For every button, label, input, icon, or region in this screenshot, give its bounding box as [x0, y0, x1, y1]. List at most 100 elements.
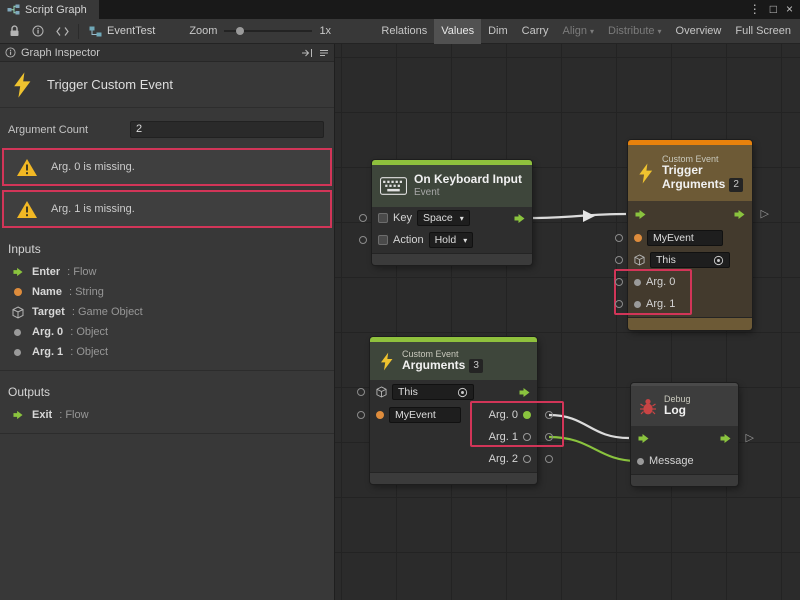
flow-arrow-icon	[12, 410, 24, 420]
key-label: Key	[393, 212, 412, 224]
node-header[interactable]: Custom Event Trigger Arguments 2	[628, 145, 752, 201]
window-close-icon[interactable]: ×	[786, 0, 793, 19]
input-port-circle[interactable]	[357, 411, 365, 419]
key-dropdown[interactable]: Space ▾	[417, 210, 470, 226]
overview-button[interactable]: Overview	[669, 19, 729, 44]
object-port-icon	[14, 349, 21, 356]
window-maximize-icon[interactable]: □	[770, 0, 777, 19]
flow-input-arrow-icon[interactable]	[634, 209, 647, 220]
zoom-slider[interactable]	[224, 24, 312, 38]
lightning-bolt-icon	[636, 162, 655, 185]
target-dropdown[interactable]: This	[650, 252, 730, 268]
graph-canvas[interactable]: On Keyboard Input Event Key Space ▾	[335, 44, 800, 600]
flow-output-arrow-icon[interactable]	[513, 213, 526, 224]
dropdown-caret-icon: ▾	[460, 214, 464, 223]
input-port-circle[interactable]	[615, 300, 623, 308]
object-port-icon[interactable]	[634, 301, 641, 308]
lightning-bolt-icon	[378, 351, 395, 372]
output-port-circle[interactable]	[545, 433, 553, 441]
input-port-circle[interactable]	[615, 234, 623, 242]
target-row: This	[370, 380, 537, 404]
output-port-circle[interactable]	[545, 411, 553, 419]
inspected-node-title-block: Trigger Custom Event	[0, 62, 334, 108]
input-port-circle[interactable]	[359, 236, 367, 244]
flow-output-arrow-icon[interactable]	[733, 209, 746, 220]
flow-port-row	[628, 201, 752, 227]
game-object-cube-icon[interactable]	[376, 386, 387, 398]
string-port-icon[interactable]	[634, 234, 642, 242]
zoom-slider-handle[interactable]	[236, 27, 244, 35]
info-icon	[32, 25, 44, 37]
dropdown-caret-icon: ▾	[658, 27, 662, 36]
flow-output-arrow-icon[interactable]	[518, 387, 531, 398]
panel-menu-icon[interactable]	[319, 48, 329, 58]
action-type-icon	[378, 235, 388, 245]
carry-button[interactable]: Carry	[515, 19, 556, 44]
warning-text: Arg. 0 is missing.	[51, 161, 135, 173]
lock-button[interactable]	[2, 21, 26, 42]
game-object-cube-icon[interactable]	[634, 254, 645, 266]
connected-output-port-icon[interactable]	[523, 411, 531, 419]
target-dropdown[interactable]: This	[392, 384, 474, 400]
object-port-icon[interactable]	[634, 279, 641, 286]
flow-input-arrow-icon[interactable]	[637, 433, 650, 444]
tab-script-graph[interactable]: Script Graph	[0, 0, 99, 19]
flow-continuation-triangle-icon: ▷	[761, 209, 769, 220]
flow-output-arrow-icon[interactable]	[719, 433, 732, 444]
graph-breadcrumb[interactable]: EventTest	[83, 25, 161, 37]
node-custom-event[interactable]: Custom Event Arguments 3 This	[370, 337, 537, 484]
string-port-icon[interactable]	[376, 411, 384, 419]
node-debug-log[interactable]: Debug Log Message ▷	[631, 383, 738, 486]
arg0-port-row: Arg. 0	[628, 271, 752, 293]
input-port-circle[interactable]	[357, 388, 365, 396]
argument-count-row: Argument Count 2	[8, 121, 324, 138]
output-port-circle[interactable]	[545, 455, 553, 463]
input-port-circle[interactable]	[359, 214, 367, 222]
dock-icon[interactable]	[301, 48, 313, 58]
node-title-line1: Trigger	[662, 164, 743, 178]
output-port-icon[interactable]	[523, 433, 531, 441]
distribute-button[interactable]: Distribute▾	[601, 19, 668, 44]
code-view-button[interactable]	[50, 21, 74, 42]
node-trigger-custom-event[interactable]: Custom Event Trigger Arguments 2 MyEve	[628, 140, 752, 330]
toolbar-toggles: Relations Values Dim Carry Align▾ Distri…	[374, 19, 798, 44]
event-name-field[interactable]: MyEvent	[647, 230, 723, 246]
target-picker-icon	[457, 387, 468, 398]
full-screen-button[interactable]: Full Screen	[728, 19, 798, 44]
align-button[interactable]: Align▾	[556, 19, 601, 44]
message-port-icon[interactable]	[637, 458, 644, 465]
node-on-keyboard-input[interactable]: On Keyboard Input Event Key Space ▾	[372, 160, 532, 265]
node-header[interactable]: On Keyboard Input Event	[372, 165, 532, 207]
game-object-cube-icon	[12, 306, 24, 319]
argument-count-input[interactable]: 2	[130, 121, 324, 138]
string-port-icon	[14, 288, 22, 296]
info-button[interactable]	[26, 21, 50, 42]
node-header[interactable]: Debug Log	[631, 386, 738, 426]
lightning-bolt-icon	[10, 71, 34, 99]
input-port-circle[interactable]	[615, 256, 623, 264]
outputs-header: Outputs	[0, 381, 334, 405]
dropdown-caret-icon: ▾	[463, 236, 467, 245]
graph-inspector-panel: Graph Inspector Trigger Custom Event Arg…	[0, 44, 335, 600]
warning-text: Arg. 1 is missing.	[51, 203, 135, 215]
window-menu-icon[interactable]: ⋮	[749, 0, 761, 19]
event-name-field[interactable]: MyEvent	[389, 407, 461, 423]
node-title: Log	[664, 404, 691, 418]
inspected-node-title: Trigger Custom Event	[47, 77, 173, 92]
warning-icon	[16, 200, 38, 219]
output-port-icon[interactable]	[523, 455, 531, 463]
action-dropdown[interactable]: Hold ▾	[429, 232, 474, 248]
dim-button[interactable]: Dim	[481, 19, 515, 44]
values-button[interactable]: Values	[434, 19, 481, 44]
argument-count-badge: 3	[469, 359, 483, 373]
node-header[interactable]: Custom Event Arguments 3	[370, 342, 537, 380]
key-type-icon	[378, 213, 388, 223]
input-port-circle[interactable]	[615, 278, 623, 286]
port-row-arg0: Arg. 0 : Object	[0, 322, 334, 342]
toolbar-separator	[78, 24, 79, 39]
message-port-row: Message	[631, 450, 738, 472]
window-tab-bar: Script Graph ⋮ □ ×	[0, 0, 800, 19]
flow-arrow-icon	[12, 267, 24, 277]
relations-button[interactable]: Relations	[374, 19, 434, 44]
inspector-header: Graph Inspector	[0, 44, 334, 62]
